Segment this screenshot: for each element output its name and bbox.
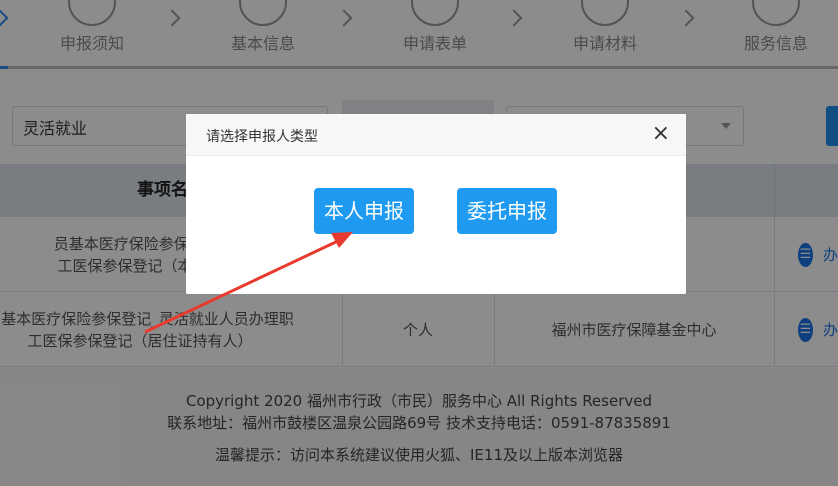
entrusted-apply-button[interactable]: 委托申报 (457, 188, 557, 234)
self-apply-button[interactable]: 本人申报 (314, 188, 414, 234)
dialog-title: 请选择申报人类型 (206, 129, 318, 145)
dialog-header: 请选择申报人类型 × (186, 114, 686, 156)
applicant-type-dialog: 请选择申报人类型 × 本人申报 委托申报 (186, 114, 686, 294)
close-icon[interactable]: × (652, 122, 670, 146)
